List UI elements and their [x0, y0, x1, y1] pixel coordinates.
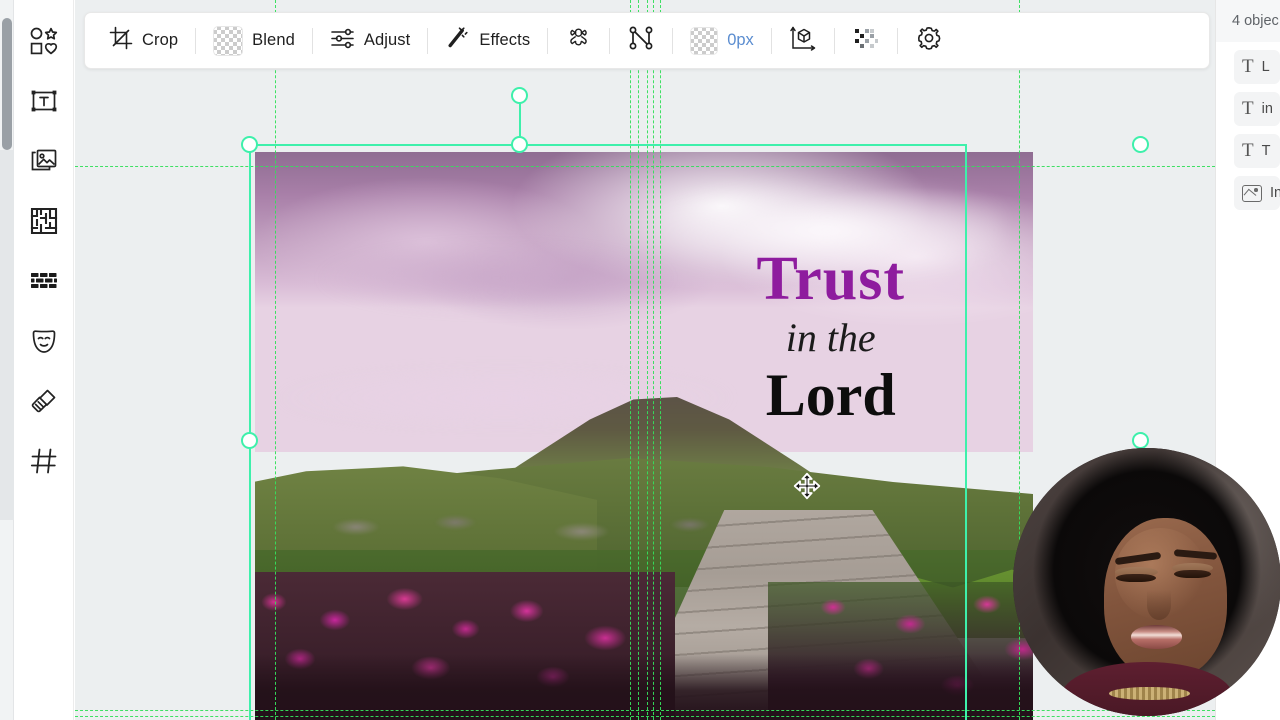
image-editor-app: Trust in the Lord Crop Blend Adjust Effe… [0, 0, 1280, 720]
layer-label: in [1261, 101, 1273, 117]
paintbrush-icon [29, 386, 59, 416]
toolbar-divider-3 [427, 27, 429, 54]
artwork-image[interactable]: Trust in the Lord [255, 152, 1033, 720]
toolbar-divider-7 [770, 27, 772, 54]
toolbar-divider-1 [195, 27, 197, 54]
cube-axes-icon [790, 25, 816, 56]
crop-label: Crop [142, 31, 179, 49]
artwork-text-block: Trust in the Lord [660, 248, 1002, 426]
toolbar-divider-6 [672, 27, 674, 54]
flower-button[interactable] [555, 20, 602, 62]
toolbar-divider-8 [833, 27, 835, 54]
shapes-icon [29, 26, 59, 56]
sidebar-item-grid[interactable] [21, 438, 67, 484]
handle-top-center[interactable] [511, 136, 528, 153]
magic-wand-icon [445, 26, 470, 56]
scrollbar-lower-track [0, 150, 14, 520]
handle-top-left[interactable] [241, 136, 258, 153]
maze-icon [29, 206, 59, 236]
image-icon [29, 146, 59, 176]
shadow-3d-button[interactable] [779, 19, 827, 62]
webcam-eye-left [1116, 573, 1157, 582]
rotate-handle[interactable] [511, 87, 528, 104]
sidebar-item-frames[interactable] [21, 198, 67, 244]
dither-icon [853, 25, 879, 56]
sidebar-item-masks[interactable] [21, 318, 67, 364]
sidebar-item-text[interactable] [21, 78, 67, 124]
layer-item-in-the[interactable]: T in [1234, 92, 1280, 126]
handle-top-right[interactable] [1132, 136, 1149, 153]
layer-label: L [1261, 59, 1270, 75]
text-icon: T [1242, 140, 1254, 161]
settings-button[interactable] [905, 19, 953, 62]
layer-item-image[interactable]: In [1234, 176, 1280, 210]
blend-label: Blend [252, 31, 295, 49]
layers-panel-header: 4 objec [1216, 0, 1280, 42]
effects-button[interactable]: Effects [435, 20, 540, 62]
effects-label: Effects [479, 31, 531, 49]
text-layer-trust[interactable]: Trust [660, 248, 1002, 310]
crop-icon [109, 26, 133, 55]
text-layer-lord[interactable]: Lord [660, 364, 1002, 426]
outline-width-control[interactable]: 0px [680, 21, 764, 61]
webcam-mouth [1130, 624, 1182, 649]
text-layer-in-the[interactable]: in the [660, 314, 1002, 362]
checkerboard-icon [213, 25, 244, 56]
move-cursor [793, 472, 821, 500]
layer-label: T [1261, 143, 1271, 159]
toolbar-divider-5 [609, 27, 611, 54]
webcam-overlay[interactable] [1013, 448, 1280, 716]
adjust-button[interactable]: Adjust [320, 20, 420, 62]
sliders-icon [330, 26, 355, 56]
foreground-shadow [255, 654, 1033, 720]
page-scrollbar[interactable] [0, 0, 14, 720]
toolbar-divider-4 [547, 27, 549, 54]
toolbar-divider-2 [311, 27, 313, 54]
handle-middle-left[interactable] [241, 432, 258, 449]
gear-icon [916, 25, 942, 56]
text-icon: T [1242, 56, 1254, 77]
outline-swatch-checkerboard-icon[interactable] [690, 26, 719, 55]
text-box-icon [29, 86, 59, 116]
layer-item-trust[interactable]: T T [1234, 134, 1280, 168]
sidebar-item-patterns[interactable] [21, 258, 67, 304]
grid-icon [29, 446, 59, 476]
blend-button[interactable]: Blend [203, 20, 305, 62]
sidebar-item-elements[interactable] [21, 18, 67, 64]
image-icon [1242, 184, 1262, 202]
brick-icon [29, 266, 59, 296]
sidebar-item-draw[interactable] [21, 378, 67, 424]
top-toolbar: Crop Blend Adjust Effects 0px [84, 12, 1210, 69]
node-path-button[interactable] [617, 19, 665, 62]
scrollbar-thumb[interactable] [2, 18, 12, 150]
dither-button[interactable] [842, 19, 890, 62]
text-icon: T [1242, 98, 1254, 119]
node-path-icon [628, 25, 654, 56]
rocks [301, 504, 753, 550]
sidebar-item-image[interactable] [21, 138, 67, 184]
flower-icon [566, 26, 591, 56]
layer-item-lord[interactable]: T L [1234, 50, 1280, 84]
adjust-label: Adjust [363, 31, 411, 49]
outline-width-value[interactable]: 0px [727, 31, 754, 50]
mask-icon [29, 326, 59, 356]
toolbar-divider-9 [896, 27, 898, 54]
handle-middle-right[interactable] [1132, 432, 1149, 449]
layer-label: In [1270, 185, 1280, 201]
webcam-eye-right [1173, 569, 1212, 578]
webcam-nose [1147, 590, 1172, 620]
left-tool-rail [14, 0, 74, 720]
crop-button[interactable]: Crop [99, 20, 188, 61]
webcam-necklace [1109, 686, 1190, 700]
